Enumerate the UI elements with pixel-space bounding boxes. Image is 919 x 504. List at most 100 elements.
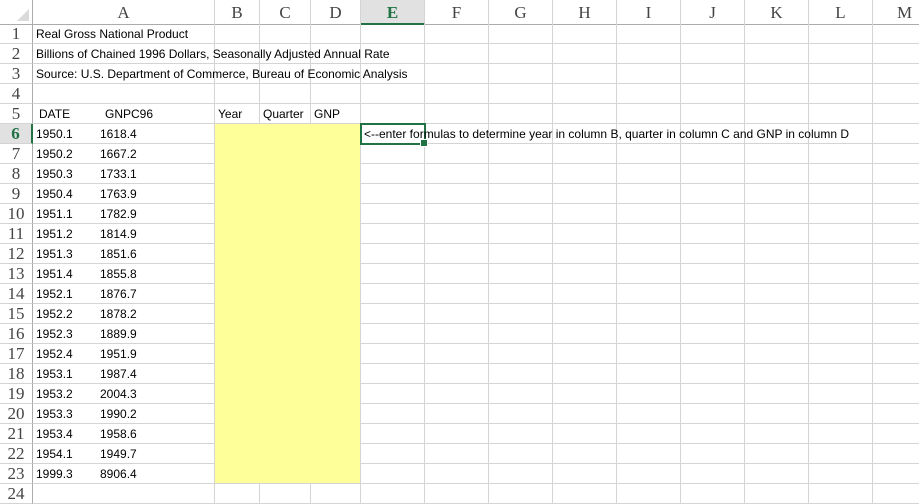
cell-e12[interactable] [361,244,425,264]
cell-f12[interactable] [425,244,489,264]
cell-f19[interactable] [425,384,489,404]
row-header-5[interactable]: 5 [0,104,33,124]
cell-h10[interactable] [553,204,617,224]
cell-l11[interactable] [809,224,873,244]
cell-h18[interactable] [553,364,617,384]
cell-j11[interactable] [681,224,745,244]
cell-e8[interactable] [361,164,425,184]
cell-j14[interactable] [681,284,745,304]
cell-c1[interactable] [260,24,311,44]
cell-b13[interactable] [215,264,260,284]
cell-c14[interactable] [260,284,311,304]
cell-m16[interactable] [873,324,919,344]
cell-l3[interactable] [809,64,873,84]
cell-e18[interactable] [361,364,425,384]
cell-h19[interactable] [553,384,617,404]
cell-i12[interactable] [617,244,681,264]
cell-h9[interactable] [553,184,617,204]
cell-k5[interactable] [745,104,809,124]
cell-f7[interactable] [425,144,489,164]
cell-h20[interactable] [553,404,617,424]
cell-l12[interactable] [809,244,873,264]
cell-e21[interactable] [361,424,425,444]
cell-h12[interactable] [553,244,617,264]
cell-f14[interactable] [425,284,489,304]
cell-g5[interactable] [489,104,553,124]
cell-b12[interactable] [215,244,260,264]
column-header-l[interactable]: L [809,0,873,25]
cell-l20[interactable] [809,404,873,424]
cell-i14[interactable] [617,284,681,304]
cell-b11[interactable] [215,224,260,244]
cell-i19[interactable] [617,384,681,404]
cell-i16[interactable] [617,324,681,344]
row-header-24[interactable]: 24 [0,484,33,504]
cell-l23[interactable] [809,464,873,484]
cell-f4[interactable] [425,84,489,104]
cell-k11[interactable] [745,224,809,244]
cell-c18[interactable] [260,364,311,384]
cell-d14[interactable] [311,284,361,304]
cell-g15[interactable] [489,304,553,324]
cell-e10[interactable] [361,204,425,224]
cell-b15[interactable] [215,304,260,324]
row-header-4[interactable]: 4 [0,84,33,104]
cell-i10[interactable] [617,204,681,224]
cell-d10[interactable] [311,204,361,224]
cell-h2[interactable] [553,44,617,64]
cell-c8[interactable] [260,164,311,184]
cell-m19[interactable] [873,384,919,404]
cell-j5[interactable] [681,104,745,124]
cell-g2[interactable] [489,44,553,64]
cell-i18[interactable] [617,364,681,384]
cell-h3[interactable] [553,64,617,84]
cell-f10[interactable] [425,204,489,224]
cell-m18[interactable] [873,364,919,384]
cell-g14[interactable] [489,284,553,304]
cell-l17[interactable] [809,344,873,364]
cell-b19[interactable] [215,384,260,404]
cell-i24[interactable] [617,484,681,504]
cell-i9[interactable] [617,184,681,204]
cell-e14[interactable] [361,284,425,304]
cell-l19[interactable] [809,384,873,404]
cell-k10[interactable] [745,204,809,224]
cell-m1[interactable] [873,24,919,44]
cell-k23[interactable] [745,464,809,484]
cell-m13[interactable] [873,264,919,284]
row-header-10[interactable]: 10 [0,204,33,224]
cell-f11[interactable] [425,224,489,244]
cell-d4[interactable] [311,84,361,104]
cell-j12[interactable] [681,244,745,264]
cell-g8[interactable] [489,164,553,184]
cell-g24[interactable] [489,484,553,504]
cell-m21[interactable] [873,424,919,444]
cell-b24[interactable] [215,484,260,504]
cell-d8[interactable] [311,164,361,184]
cell-e4[interactable] [361,84,425,104]
cell-g4[interactable] [489,84,553,104]
cell-l10[interactable] [809,204,873,224]
cell-g21[interactable] [489,424,553,444]
cell-m23[interactable] [873,464,919,484]
cell-l2[interactable] [809,44,873,64]
cell-m8[interactable] [873,164,919,184]
cell-d7[interactable] [311,144,361,164]
cell-d9[interactable] [311,184,361,204]
cell-i3[interactable] [617,64,681,84]
cell-l14[interactable] [809,284,873,304]
cell-i4[interactable] [617,84,681,104]
cell-g12[interactable] [489,244,553,264]
cell-i22[interactable] [617,444,681,464]
row-header-19[interactable]: 19 [0,384,33,404]
cell-l8[interactable] [809,164,873,184]
cell-h4[interactable] [553,84,617,104]
cell-k2[interactable] [745,44,809,64]
cell-b8[interactable] [215,164,260,184]
cell-l21[interactable] [809,424,873,444]
cell-f9[interactable] [425,184,489,204]
cell-i2[interactable] [617,44,681,64]
cell-l16[interactable] [809,324,873,344]
cell-k22[interactable] [745,444,809,464]
cell-f23[interactable] [425,464,489,484]
